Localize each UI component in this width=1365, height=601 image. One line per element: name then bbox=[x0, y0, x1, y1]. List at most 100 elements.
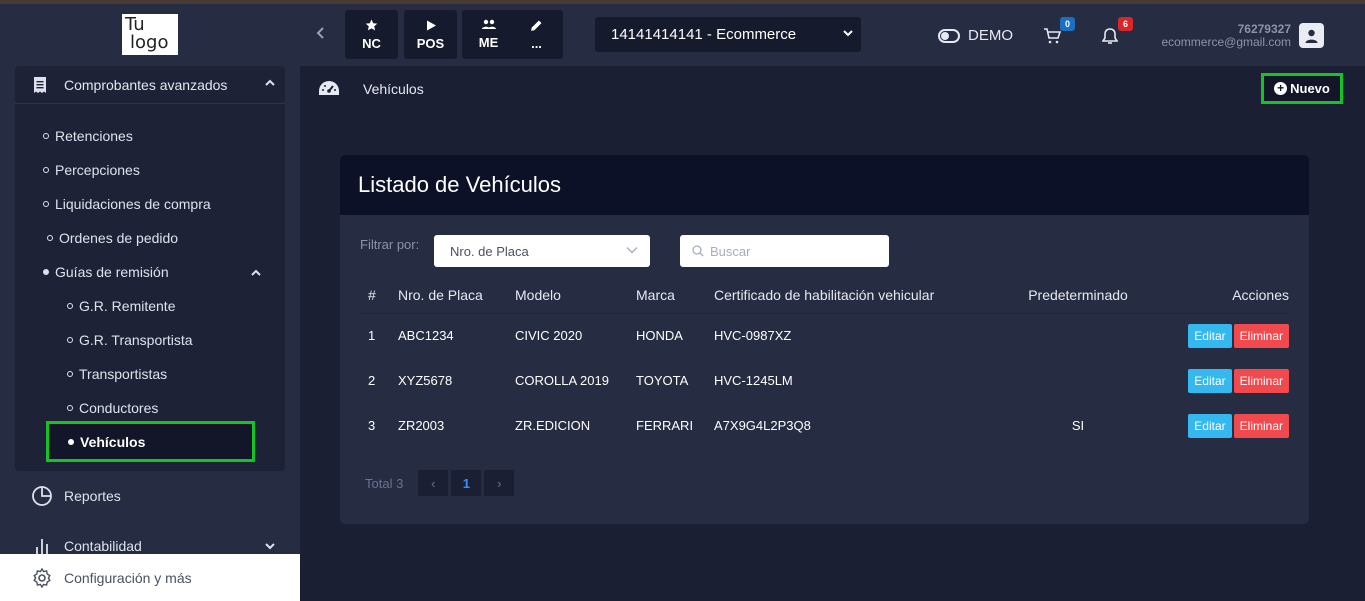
table-header-row: # Nro. de Placa Modelo Marca Certificado… bbox=[360, 277, 1289, 314]
cell-num: 3 bbox=[368, 418, 376, 433]
sidebar-item-label: Conductores bbox=[79, 400, 159, 416]
logo-line-2: logo bbox=[130, 32, 169, 53]
sidebar-item-configuracion[interactable]: Configuración y más bbox=[0, 554, 300, 601]
sidebar-item-reportes[interactable]: Reportes bbox=[0, 485, 300, 507]
cell-plate: XYZ5678 bbox=[398, 373, 453, 388]
notifications-badge: 6 bbox=[1118, 17, 1133, 31]
company-select-value: 14141414141 - Ecommerce bbox=[611, 26, 797, 43]
pie-chart-icon bbox=[32, 486, 52, 506]
pagination: Total 3 ‹ 1 › bbox=[365, 470, 515, 496]
chevron-down-icon bbox=[843, 30, 853, 37]
pagination-prev[interactable]: ‹ bbox=[418, 470, 449, 496]
bullet-icon bbox=[67, 405, 73, 411]
user-email: ecommerce@gmail.com bbox=[1161, 35, 1291, 49]
gear-icon bbox=[33, 567, 51, 588]
chevron-down-icon bbox=[626, 247, 638, 254]
bullet-icon bbox=[47, 235, 53, 241]
sidebar-item-label: Reportes bbox=[64, 488, 121, 504]
sidebar-item-liquidaciones[interactable]: Liquidaciones de compra bbox=[43, 194, 211, 214]
top-bar: NC POS ME ... 14141414141 - Ecommerce DE… bbox=[300, 4, 1365, 66]
menu-section-header[interactable]: Comprobantes avanzados bbox=[15, 66, 285, 104]
vehicles-table: # Nro. de Placa Modelo Marca Certificado… bbox=[360, 277, 1289, 448]
company-select[interactable]: 14141414141 - Ecommerce bbox=[595, 17, 861, 52]
plus-circle-icon: + bbox=[1274, 82, 1288, 95]
quick-nc-button[interactable]: NC bbox=[345, 10, 398, 59]
filter-select[interactable]: Nro. de Placa bbox=[434, 235, 650, 267]
breadcrumb: Vehículos bbox=[318, 79, 424, 99]
bell-icon[interactable] bbox=[1102, 28, 1118, 45]
quick-button-label: NC bbox=[362, 35, 381, 51]
sidebar-item-label: Vehículos bbox=[80, 433, 146, 450]
cell-cert: HVC-0987XZ bbox=[714, 328, 792, 344]
card-title: Listado de Vehículos bbox=[340, 155, 1309, 215]
collapse-sidebar-icon[interactable] bbox=[314, 26, 326, 40]
chevron-up-icon bbox=[251, 269, 261, 276]
speedometer-icon bbox=[319, 81, 339, 95]
chevron-up-icon bbox=[265, 79, 275, 86]
company-logo[interactable]: Tu logo bbox=[122, 14, 178, 55]
cell-default: SI bbox=[1071, 418, 1085, 433]
sidebar-item-guias-remision[interactable]: Guías de remisión bbox=[43, 262, 169, 282]
sidebar-item-label: Transportistas bbox=[79, 366, 168, 382]
sidebar-item-transportistas[interactable]: Transportistas bbox=[67, 364, 167, 384]
table-row: 3 ZR2003 ZR.EDICION FERRARI A7X9G4L2P3Q8… bbox=[360, 403, 1289, 448]
avatar[interactable] bbox=[1299, 23, 1324, 48]
delete-button[interactable]: Eliminar bbox=[1233, 368, 1289, 393]
advanced-vouchers-menu: Comprobantes avanzados Retenciones Perce… bbox=[15, 66, 285, 471]
toggle-icon bbox=[938, 28, 960, 43]
cell-actions: Editar Eliminar bbox=[1143, 403, 1289, 448]
sidebar-item-label: G.R. Remitente bbox=[79, 298, 176, 314]
edit-button[interactable]: Editar bbox=[1188, 323, 1232, 348]
filter-select-value: Nro. de Placa bbox=[450, 243, 529, 259]
cell-actions: Editar Eliminar bbox=[1143, 313, 1289, 358]
column-header-brand: Marca bbox=[636, 277, 714, 314]
breadcrumb-label: Vehículos bbox=[363, 81, 424, 97]
quick-pos-button[interactable]: POS bbox=[404, 10, 457, 59]
pagination-next[interactable]: › bbox=[484, 470, 515, 496]
quick-me-button[interactable]: ME bbox=[462, 10, 515, 59]
bullet-icon bbox=[67, 371, 73, 377]
sidebar-item-gr-transportista[interactable]: G.R. Transportista bbox=[67, 330, 193, 350]
sidebar-item-vehiculos[interactable]: Vehículos bbox=[46, 421, 255, 462]
delete-button[interactable]: Eliminar bbox=[1233, 323, 1289, 348]
sidebar-item-label: Ordenes de pedido bbox=[59, 230, 179, 246]
sidebar-item-conductores[interactable]: Conductores bbox=[67, 398, 158, 418]
sidebar-item-label: Percepciones bbox=[55, 162, 140, 178]
sidebar-item-retenciones[interactable]: Retenciones bbox=[43, 126, 133, 146]
cell-brand: HONDA bbox=[636, 328, 683, 344]
cart-icon[interactable] bbox=[1043, 28, 1061, 44]
pencil-icon bbox=[531, 20, 542, 31]
bullet-icon bbox=[43, 201, 49, 207]
bullet-icon bbox=[68, 438, 74, 445]
sidebar-item-percepciones[interactable]: Percepciones bbox=[43, 160, 140, 180]
column-header-model: Modelo bbox=[515, 277, 636, 314]
demo-toggle[interactable]: DEMO bbox=[938, 27, 1013, 44]
cell-model: CIVIC 2020 bbox=[515, 328, 583, 344]
sidebar-item-label: Guías de remisión bbox=[55, 264, 169, 280]
sidebar-item-label: G.R. Transportista bbox=[79, 332, 193, 348]
new-vehicle-button[interactable]: + Nuevo bbox=[1261, 73, 1343, 104]
cell-num: 1 bbox=[368, 328, 376, 344]
quick-edit-button[interactable]: ... bbox=[510, 10, 563, 59]
user-number: 76279327 bbox=[1237, 22, 1291, 36]
receipt-icon bbox=[34, 76, 46, 93]
cell-actions: Editar Eliminar bbox=[1143, 358, 1289, 403]
pagination-page[interactable]: 1 bbox=[451, 470, 482, 496]
cell-cert: HVC-1245LM bbox=[714, 373, 793, 388]
sidebar-item-ordenes-pedido[interactable]: Ordenes de pedido bbox=[47, 228, 178, 248]
edit-button[interactable]: Editar bbox=[1188, 368, 1232, 393]
table-row: 1 ABC1234 CIVIC 2020 HONDA HVC-0987XZ Ed… bbox=[360, 313, 1289, 358]
sidebar-item-gr-remitente[interactable]: G.R. Remitente bbox=[67, 296, 175, 316]
cell-brand: FERRARI bbox=[636, 418, 694, 433]
cell-plate: ZR2003 bbox=[398, 418, 445, 433]
search-input[interactable] bbox=[710, 243, 880, 259]
sidebar: Tu logo Comprobantes avanzados Retencion… bbox=[0, 4, 300, 601]
play-icon bbox=[426, 20, 436, 30]
vehicles-card: Listado de Vehículos Filtrar por: Nro. d… bbox=[340, 155, 1309, 524]
edit-button[interactable]: Editar bbox=[1188, 413, 1232, 438]
delete-button[interactable]: Eliminar bbox=[1233, 413, 1289, 438]
sidebar-item-label: Contabilidad bbox=[64, 538, 142, 554]
cell-model: COROLLA 2019 bbox=[515, 373, 609, 388]
cell-cert: A7X9G4L2P3Q8 bbox=[714, 418, 811, 433]
users-icon bbox=[481, 19, 496, 29]
